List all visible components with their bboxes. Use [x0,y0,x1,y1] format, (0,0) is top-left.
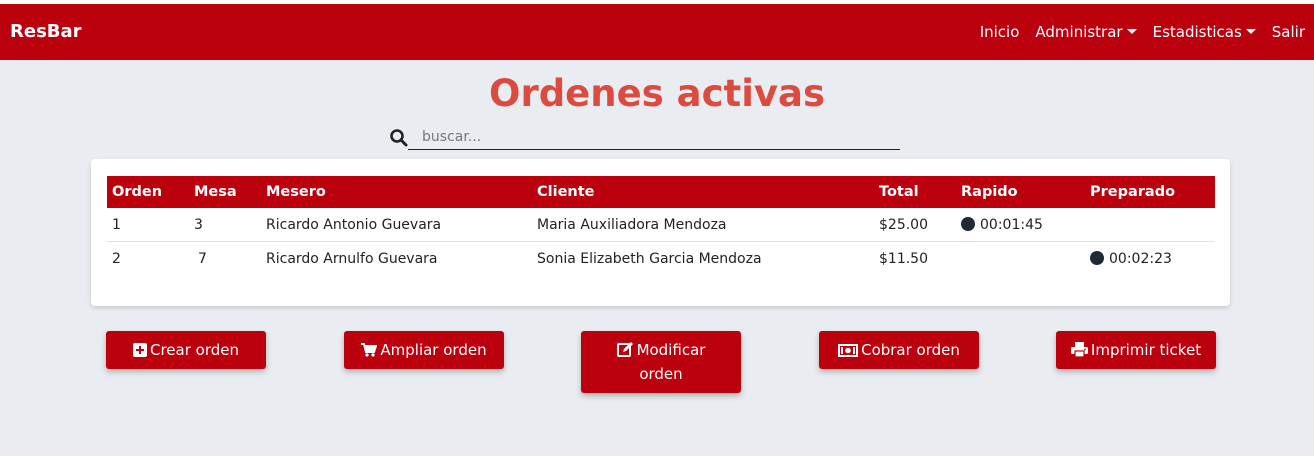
crear-orden-button[interactable]: Crear orden [106,331,266,369]
table-header-row: Orden Mesa Mesero Cliente Total Rapido P… [107,176,1215,208]
cell-rapido: 00:01:45 [956,208,1085,242]
cell-mesero: Ricardo Arnulfo Guevara [266,250,438,267]
col-header-rapido[interactable]: Rapido [956,176,1085,208]
table-row[interactable]: 2 7 Ricardo Arnulfo Guevara Sonia Elizab… [107,242,1215,276]
search-icon [390,129,408,147]
cell-cliente: Sonia Elizabeth Garcia Mendoza [537,250,762,267]
modificar-orden-label-2: orden [639,365,683,383]
clock-dot-icon [961,216,975,231]
col-header-total[interactable]: Total [874,176,956,208]
clock-dot-icon [1090,250,1104,265]
nav-administrar-label: Administrar [1035,23,1123,41]
modificar-orden-label: Modificar [636,341,706,359]
rapido-timer: 00:01:45 [980,216,1043,233]
cart-icon [361,343,378,357]
preparado-timer: 00:02:23 [1109,250,1172,267]
nav-salir[interactable]: Salir [1272,23,1305,41]
caret-down-icon [1126,29,1137,34]
cell-mesa: 3 [189,208,261,242]
cell-total: $25.00 [874,208,956,242]
cell-orden: 1 [107,208,189,242]
search-input[interactable] [408,125,900,150]
cell-mesero: Ricardo Antonio Guevara [261,208,532,242]
col-header-cliente[interactable]: Cliente [532,176,874,208]
modificar-orden-button[interactable]: Modificar orden [581,331,741,393]
cell-preparado [1085,208,1215,242]
brand-logo[interactable]: ResBar [10,4,82,60]
orders-table: Orden Mesa Mesero Cliente Total Rapido P… [107,176,1215,275]
crear-orden-label: Crear orden [149,341,239,359]
ampliar-orden-button[interactable]: Ampliar orden [344,331,504,369]
cobrar-orden-button[interactable]: Cobrar orden [819,331,979,369]
imprimir-ticket-button[interactable]: Imprimir ticket [1056,331,1216,369]
cell-cliente: Maria Auxiliadora Mendoza [532,208,874,242]
nav-inicio[interactable]: Inicio [980,23,1020,41]
navbar: ResBar Inicio Administrar Estadisticas S… [0,4,1314,60]
orders-card: Orden Mesa Mesero Cliente Total Rapido P… [91,159,1230,306]
caret-down-icon [1245,29,1256,34]
col-header-preparado[interactable]: Preparado [1085,176,1215,208]
ampliar-orden-label: Ampliar orden [380,341,487,359]
plus-square-icon [132,343,147,357]
cell-total: $11.50 [879,250,928,267]
edit-icon [616,342,633,357]
nav-administrar-dropdown[interactable]: Administrar [1035,23,1137,41]
page-title: Ordenes activas [489,72,825,115]
cell-preparado: 00:02:23 [1085,242,1215,276]
cell-rapido [956,242,1085,276]
col-header-mesero[interactable]: Mesero [261,176,532,208]
cell-mesa: 7 [198,250,207,267]
col-header-mesa[interactable]: Mesa [189,176,261,208]
nav-links: Inicio Administrar Estadisticas Salir [964,4,1305,60]
cell-orden: 2 [112,250,121,267]
table-row[interactable]: 1 3 Ricardo Antonio Guevara Maria Auxili… [107,208,1215,242]
money-bill-icon [838,344,859,357]
print-icon [1070,342,1088,358]
cobrar-orden-label: Cobrar orden [861,341,960,359]
col-header-orden[interactable]: Orden [107,176,189,208]
imprimir-ticket-label: Imprimir ticket [1090,341,1202,359]
nav-estadisticas-dropdown[interactable]: Estadisticas [1153,23,1256,41]
nav-estadisticas-label: Estadisticas [1152,23,1242,41]
